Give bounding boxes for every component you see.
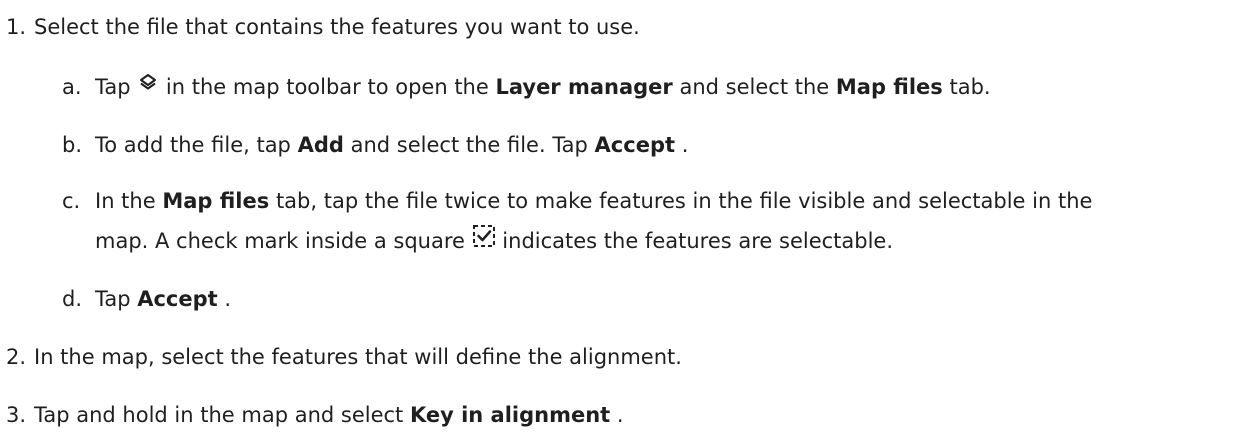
substep-d-text: Tap Accept . <box>95 284 231 314</box>
layers-icon <box>137 71 159 101</box>
substep-a-text-1: Tap <box>95 75 138 99</box>
step-3-text: Tap and hold in the map and select Key i… <box>34 400 624 430</box>
substep-c-text-line-2: map. A check mark inside a square indica… <box>95 224 894 258</box>
substep-d-text-1: Tap <box>95 287 138 311</box>
substep-a-text: Tap in the map toolbar to open the Layer… <box>95 72 991 103</box>
step-3-text-1: Tap and hold in the map and select <box>34 403 410 427</box>
layer-manager-label: Layer manager <box>495 75 673 99</box>
substep-a-text-3: and select the <box>679 75 836 99</box>
step-1-text: Select the file that contains the featur… <box>34 15 640 39</box>
substep-c-text-2: tab, tap the file twice to make features… <box>275 189 1093 213</box>
substep-c-text-3: map. A check mark inside a square <box>95 229 472 253</box>
substep-b-text-2: and select the file. Tap <box>350 133 595 157</box>
substep-c-marker: c. <box>62 189 81 213</box>
substep-b-text: To add the file, tap Add and select the … <box>95 130 688 160</box>
substep-b-text-1: To add the file, tap <box>95 133 298 157</box>
accept-label: Accept <box>594 133 676 157</box>
substep-c-text-1: In the <box>95 189 163 213</box>
substep-a-text-2: in the map toolbar to open the <box>165 75 496 99</box>
substep-b-text-3: . <box>681 133 689 157</box>
accept-label: Accept <box>137 287 218 311</box>
map-files-tab-label: Map files <box>835 75 943 99</box>
substep-d-marker: d. <box>62 287 83 311</box>
substep-a-marker: a. <box>62 75 82 99</box>
step-2-marker: 2. <box>6 345 27 369</box>
substep-c-text-4: indicates the features are selectable. <box>502 229 894 253</box>
add-label: Add <box>297 133 344 157</box>
step-3-marker: 3. <box>6 403 27 427</box>
substep-b-marker: b. <box>62 133 83 157</box>
selectable-checkbox-icon <box>472 224 496 256</box>
substep-c-text-line-1: In the Map files tab, tap the file twice… <box>95 186 1092 216</box>
step-3-text-2: . <box>616 403 624 427</box>
step-1-marker: 1. <box>6 15 27 39</box>
substep-d-text-2: . <box>224 287 232 311</box>
substep-a-text-4: tab. <box>949 75 991 99</box>
key-in-alignment-label: Key in alignment <box>409 403 611 427</box>
map-files-tab-label: Map files <box>162 189 270 213</box>
step-2-text: In the map, select the features that wil… <box>34 345 682 369</box>
